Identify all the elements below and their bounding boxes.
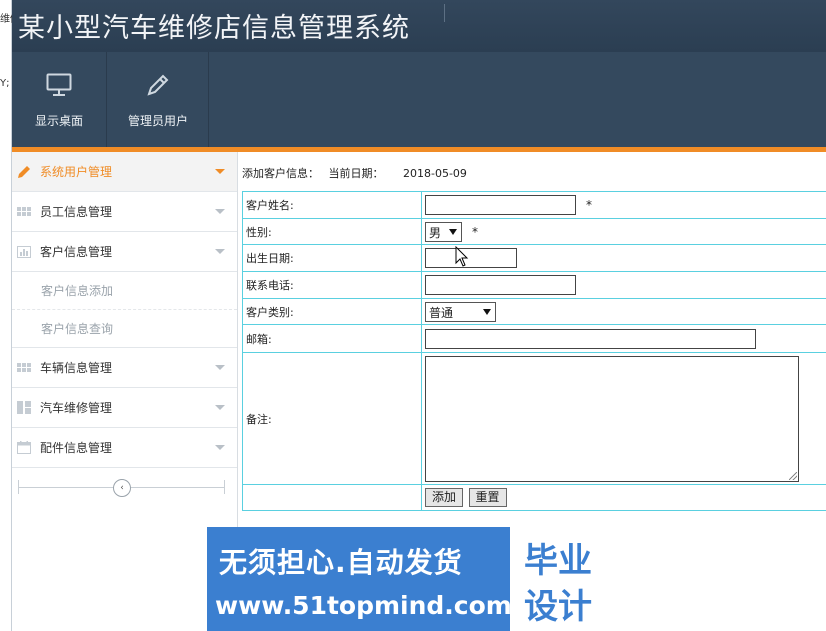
empty-cell [242, 484, 422, 511]
mouse-cursor-icon [455, 246, 469, 267]
email-input[interactable] [425, 328, 756, 349]
required-mark: * [472, 224, 478, 239]
remark-label: 备注: [242, 352, 422, 485]
customer-type-selected: 普通 [429, 305, 454, 320]
grid-icon [16, 205, 32, 219]
form-field-cell: 男 * [421, 218, 826, 245]
banner-url: www.51topmind.com [215, 591, 512, 620]
phone-label: 联系电话: [242, 271, 422, 299]
pencil-icon [16, 165, 32, 179]
form-field-cell: 普通 [421, 298, 826, 325]
form-row: 邮箱: [242, 324, 826, 353]
reset-button[interactable]: 重置 [468, 488, 507, 507]
collapse-sidebar-button[interactable]: ‹ [113, 479, 131, 497]
chart-icon [16, 245, 32, 259]
customer-type-label: 客户类别: [242, 298, 422, 325]
resize-grip-icon[interactable] [789, 471, 797, 480]
pencil-icon [143, 70, 173, 100]
chevron-down-icon [215, 445, 225, 450]
admin-user-label: 管理员用户 [127, 114, 188, 128]
chevron-down-icon [483, 308, 491, 315]
phone-input[interactable] [425, 275, 576, 295]
form-field-cell [421, 324, 826, 353]
sidebar-item-repairs[interactable]: 汽车维修管理 [12, 388, 237, 428]
monitor-icon [44, 70, 74, 100]
add-button[interactable]: 添加 [425, 488, 464, 507]
app-header: 某小型汽车维修店信息管理系统 [12, 0, 826, 52]
banner-badge-line2: 设计 [524, 587, 592, 627]
customer-name-label: 客户姓名: [242, 191, 422, 219]
breadcrumb: 添加客户信息： 当前日期： 2018-05-09 [242, 165, 473, 181]
form-row: 客户类别: 普通 [242, 298, 826, 325]
sidebar-item-system-users[interactable]: 系统用户管理 [12, 152, 237, 192]
grid-icon [16, 361, 32, 375]
gender-select[interactable]: 男 [425, 221, 462, 242]
admin-user-button[interactable]: 管理员用户 [108, 52, 209, 147]
birth-date-label: 出生日期: [242, 244, 422, 272]
required-mark: * [586, 198, 592, 212]
chevron-down-icon [215, 365, 225, 370]
sidebar-subitem-customer-query[interactable]: 客户信息查询 [12, 310, 237, 348]
gender-label: 性别: [242, 218, 422, 245]
edge-fragment: 维修 [0, 14, 12, 25]
form-row: 性别: 男 * [242, 218, 826, 245]
customer-form: 客户姓名: * 性别: 男 * 出生日期: 联系电话: 客户类别: 普通 邮箱:… [242, 191, 826, 511]
sidebar-item-label: 配件信息管理 [40, 441, 113, 455]
form-button-cell: 添加 重置 [421, 484, 826, 511]
header-divider [444, 4, 445, 22]
sidebar-item-customers[interactable]: 客户信息管理 [12, 232, 237, 272]
chevron-down-icon [215, 249, 225, 254]
form-field-cell [421, 271, 826, 299]
banner-slogan: 无须担心.自动发货 [219, 546, 463, 579]
sidebar-item-parts[interactable]: 配件信息管理 [12, 428, 237, 468]
show-desktop-label: 显示桌面 [34, 114, 83, 128]
form-field-cell: * [421, 191, 826, 219]
chevron-down-icon [215, 405, 225, 410]
sidebar-item-label: 系统用户管理 [40, 165, 113, 179]
chevron-down-icon [449, 228, 457, 235]
background-window-edge: 维修 Y; [0, 0, 12, 631]
banner-badge: 毕业 设计 [510, 527, 619, 631]
email-label: 邮箱: [242, 324, 422, 353]
page-title: 添加客户信息： [242, 167, 319, 180]
sidebar-item-label: 汽车维修管理 [40, 401, 113, 415]
divider [18, 480, 19, 494]
sidebar-item-label: 客户信息管理 [40, 245, 113, 259]
customer-type-select[interactable]: 普通 [425, 301, 496, 322]
form-field-cell [421, 244, 826, 272]
form-field-cell [421, 352, 826, 485]
divider [224, 480, 225, 494]
remark-textarea[interactable] [425, 355, 799, 482]
chevron-down-icon [215, 209, 225, 214]
top-toolbar: 显示桌面 管理员用户 [12, 52, 826, 147]
form-row: 出生日期: [242, 244, 826, 272]
sidebar-subitem-customer-add[interactable]: 客户信息添加 [12, 272, 237, 310]
current-date: 2018-05-09 [403, 167, 467, 180]
sidebar-item-label: 车辆信息管理 [40, 361, 113, 375]
form-row: 联系电话: [242, 271, 826, 299]
sidebar: 系统用户管理 员工信息管理 客户信息管理 客户信息添加 客户信息查询 车辆信息管… [12, 152, 238, 631]
chevron-down-icon [215, 169, 225, 174]
watermark-banner: 无须担心.自动发货 www.51topmind.com 毕业 设计 [207, 527, 619, 631]
sidebar-item-employees[interactable]: 员工信息管理 [12, 192, 237, 232]
sidebar-item-label: 员工信息管理 [40, 205, 113, 219]
banner-badge-line1: 毕业 [524, 541, 592, 581]
show-desktop-button[interactable]: 显示桌面 [12, 52, 107, 147]
app-title: 某小型汽车维修店信息管理系统 [18, 13, 410, 44]
form-row: 备注: [242, 352, 826, 485]
customer-name-input[interactable] [425, 195, 576, 215]
date-label: 当前日期： [328, 167, 384, 180]
form-row: 客户姓名: * [242, 191, 826, 219]
customer-submenu: 客户信息添加 客户信息查询 [12, 272, 237, 348]
birth-date-input[interactable] [425, 248, 517, 268]
columns-icon [16, 401, 32, 415]
calendar-icon [16, 441, 32, 455]
sidebar-collapse-row: ‹ [12, 468, 237, 508]
sidebar-item-vehicles[interactable]: 车辆信息管理 [12, 348, 237, 388]
edge-fragment: Y; [0, 78, 10, 89]
gender-selected: 男 [429, 225, 442, 240]
form-row: 添加 重置 [242, 484, 826, 511]
